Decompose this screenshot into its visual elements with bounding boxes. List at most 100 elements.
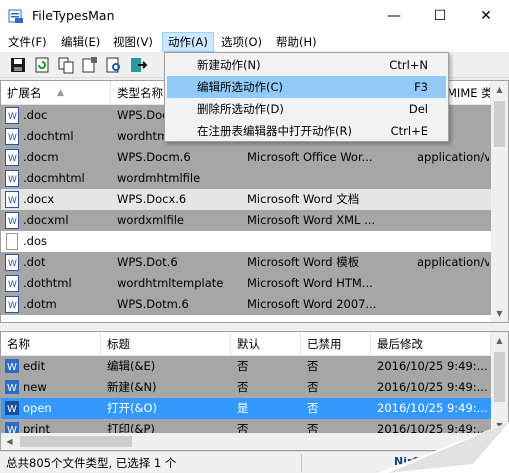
- table-row[interactable]: W .docxml wordxmlfile Microsoft Word XML…: [1, 210, 491, 231]
- word-file-icon: W: [5, 212, 19, 229]
- cell-mime: [417, 210, 489, 231]
- menu-delete-selected-action[interactable]: 删除所选动作(D) Del: [167, 98, 446, 120]
- column-header-modified[interactable]: 最后修改: [371, 332, 491, 356]
- cell-modified: 2016/10/25 9:49:...: [377, 359, 488, 373]
- svg-text:W: W: [8, 280, 17, 290]
- svg-text:W: W: [8, 196, 17, 206]
- cell-default: 是: [237, 401, 249, 415]
- properties-icon[interactable]: [80, 55, 100, 75]
- table-row[interactable]: W .dot WPS.Dot.6 Microsoft Word 模板 appli…: [1, 252, 491, 273]
- vertical-scrollbar[interactable]: ▲ ▼: [491, 81, 508, 322]
- table-row-selected[interactable]: W .docx WPS.Docx.6 Microsoft Word 文档: [1, 189, 491, 210]
- cell-description: Microsoft Word 2007...: [247, 297, 377, 311]
- cell-mime: [417, 273, 489, 294]
- status-summary: 总共805个文件类型, 已选择 1 个: [2, 454, 302, 472]
- menu-item-shortcut: F3: [414, 80, 428, 94]
- scroll-thumb[interactable]: [494, 352, 505, 402]
- exit-icon[interactable]: [128, 55, 148, 75]
- maximize-button[interactable]: ☐: [417, 0, 463, 32]
- scroll-up-icon[interactable]: ▲: [491, 81, 508, 98]
- cell-description: Microsoft Word XML ...: [247, 213, 376, 227]
- cell-description: Microsoft Word HTM...: [247, 276, 373, 290]
- column-header-disabled[interactable]: 已禁用: [301, 332, 371, 356]
- cell-extension: .dos: [23, 234, 47, 248]
- cell-name: open: [23, 401, 52, 415]
- table-row[interactable]: W .dothtml wordhtmltemplate Microsoft Wo…: [1, 273, 491, 294]
- menu-options[interactable]: 选项(O): [216, 32, 267, 52]
- cell-modified: 2016/10/25 9:49:...: [377, 380, 488, 394]
- menu-open-in-regedit[interactable]: 在注册表编辑器中打开动作(R) Ctrl+E: [167, 120, 446, 142]
- menu-edit[interactable]: 编辑(E): [56, 32, 105, 52]
- cell-type-name: wordxmlfile: [117, 213, 184, 227]
- word-file-icon: W: [5, 296, 19, 313]
- svg-text:W: W: [8, 112, 17, 122]
- scroll-up-icon[interactable]: ▲: [491, 332, 508, 349]
- close-button[interactable]: ✕: [463, 0, 509, 32]
- svg-text:W: W: [8, 154, 17, 164]
- menu-file[interactable]: 文件(F): [3, 32, 52, 52]
- cell-disabled: 否: [307, 380, 319, 394]
- svg-text:W: W: [8, 217, 17, 227]
- cell-description: Microsoft Office Wor...: [247, 150, 373, 164]
- word-file-icon: W: [5, 275, 19, 292]
- cell-default: 否: [237, 359, 249, 373]
- cell-extension: .dot: [23, 255, 46, 269]
- menu-new-action[interactable]: 新建动作(N) Ctrl+N: [167, 54, 446, 76]
- table-row[interactable]: .dos: [1, 231, 491, 252]
- table-row[interactable]: W .dotm WPS.Dotm.6 Microsoft Word 2007..…: [1, 294, 491, 315]
- table-row[interactable]: W edit 编辑(&E) 否 否 2016/10/25 9:49:...: [1, 356, 491, 377]
- cell-mime: [417, 168, 489, 189]
- table-row[interactable]: W new 新建(&N) 否 否 2016/10/25 9:49:...: [1, 377, 491, 398]
- title-bar[interactable]: FileTypesMan — ☐ ✕: [0, 0, 509, 32]
- column-header-default[interactable]: 默认: [231, 332, 301, 356]
- table-row[interactable]: W .docm WPS.Docm.6 Microsoft Office Wor.…: [1, 147, 491, 168]
- minimize-button[interactable]: —: [371, 0, 417, 32]
- scroll-down-icon[interactable]: ▼: [491, 305, 508, 322]
- svg-text:W: W: [7, 383, 17, 394]
- menu-item-label: 删除所选动作(D): [197, 102, 284, 116]
- cell-title: 打开(&O): [107, 401, 157, 415]
- menu-action[interactable]: 动作(A): [162, 32, 214, 52]
- scroll-thumb[interactable]: [20, 436, 132, 447]
- svg-text:W: W: [8, 133, 17, 143]
- word-file-icon: W: [5, 128, 19, 145]
- cell-mime: application/v...: [417, 255, 489, 269]
- save-icon[interactable]: [8, 55, 28, 75]
- app-icon: [8, 9, 23, 23]
- word-file-icon: W: [5, 149, 19, 166]
- pane-splitter[interactable]: [0, 323, 509, 331]
- cell-name: new: [23, 380, 47, 394]
- word-file-icon: W: [5, 191, 19, 208]
- action-icon: W: [5, 401, 19, 415]
- action-icon: W: [5, 359, 19, 373]
- cell-disabled: 否: [307, 401, 319, 415]
- vertical-scrollbar[interactable]: ▲ ▼: [491, 332, 508, 434]
- refresh-icon[interactable]: [32, 55, 52, 75]
- cell-extension: .doc: [23, 108, 48, 122]
- scroll-left-icon[interactable]: ◀: [1, 433, 18, 450]
- cell-description: Microsoft Word 模板: [247, 255, 360, 269]
- find-icon[interactable]: [104, 55, 124, 75]
- cell-description: Microsoft Word 文档: [247, 192, 360, 206]
- table-row[interactable]: W .docmhtml wordmhtmlfile: [1, 168, 491, 189]
- svg-text:W: W: [8, 301, 17, 311]
- cell-type-name: wordmhtmlfile: [117, 171, 201, 185]
- cell-type-name: WPS.Dotm.6: [117, 297, 189, 311]
- action-icon: W: [5, 380, 19, 394]
- column-header-extension[interactable]: 扩展名 ▲: [1, 81, 111, 105]
- cell-mime: [417, 231, 489, 252]
- word-file-icon: W: [5, 107, 19, 124]
- menu-edit-selected-action[interactable]: 编辑所选动作(C) F3: [167, 76, 446, 98]
- svg-text:W: W: [7, 362, 17, 373]
- column-header-name[interactable]: 名称: [1, 332, 101, 356]
- menu-view[interactable]: 视图(V): [108, 32, 158, 52]
- cell-extension: .dochtml: [23, 129, 74, 143]
- scroll-thumb[interactable]: [494, 101, 505, 147]
- column-header-title[interactable]: 标题: [101, 332, 231, 356]
- menu-help[interactable]: 帮助(H): [271, 32, 322, 52]
- menu-item-label: 在注册表编辑器中打开动作(R): [197, 124, 352, 138]
- menu-item-shortcut: Ctrl+N: [389, 58, 428, 72]
- table-row-selected[interactable]: W open 打开(&O) 是 否 2016/10/25 9:49:...: [1, 398, 491, 419]
- copy-icon[interactable]: [56, 55, 76, 75]
- action-dropdown-menu: 新建动作(N) Ctrl+N 编辑所选动作(C) F3 删除所选动作(D) De…: [164, 52, 449, 142]
